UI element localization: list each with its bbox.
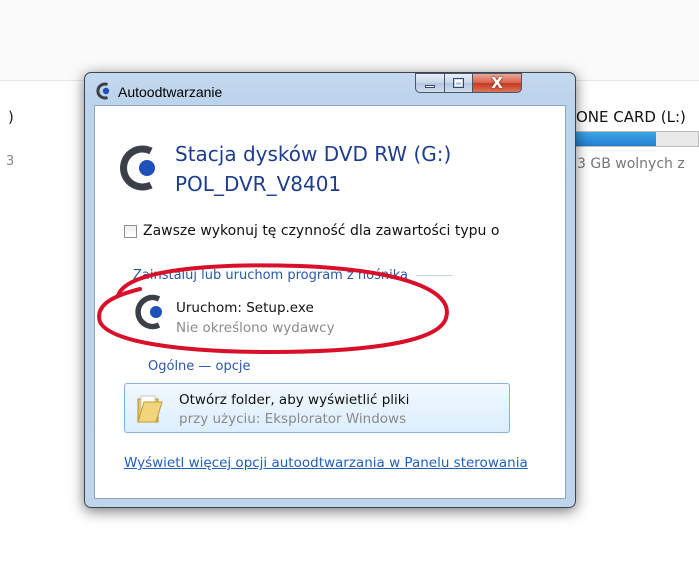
autoplay-title-icon [95, 82, 113, 104]
maximize-icon [453, 78, 464, 88]
title-bar[interactable]: Autoodtwarzanie X [85, 73, 575, 103]
install-section-title: Zainstaluj lub uruchom program z nośnika [133, 268, 409, 283]
explorer-left-drive-fragment: ) [8, 108, 14, 126]
drive-name: Stacja dysków DVD RW (G:) [175, 142, 452, 166]
explorer-toolbar-area [0, 0, 699, 81]
explorer-left-size-fragment: 3 [6, 154, 15, 169]
general-section-title: Ogólne — opcje [148, 359, 251, 374]
close-button[interactable]: X [472, 73, 522, 93]
close-icon: X [491, 74, 503, 92]
window-title: Autoodtwarzanie [118, 84, 223, 100]
dialog-content: Stacja dysków DVD RW (G:) POL_DVR_V8401 … [94, 105, 566, 499]
explorer-drive-usage-fill [575, 132, 657, 146]
run-setup-title: Uruchom: Setup.exe [176, 300, 314, 316]
folder-icon [135, 393, 163, 429]
drive-volume-label: POL_DVR_V8401 [175, 172, 342, 196]
autoplay-disc-large-icon [118, 145, 164, 195]
open-folder-subtitle: przy użyciu: Eksplorator Windows [179, 411, 407, 427]
autoplay-dialog: Autoodtwarzanie X Stacja dysków DVD RW (… [84, 72, 576, 508]
minimize-icon [425, 85, 435, 88]
open-folder-title: Otwórz folder, aby wyświetlić pliki [179, 392, 410, 408]
autoplay-disc-icon [133, 294, 169, 334]
always-do-this-option[interactable]: Zawsze wykonuj tę czynność dla zawartośc… [124, 222, 569, 240]
always-do-this-label: Zawsze wykonuj tę czynność dla zawartośc… [143, 223, 500, 239]
more-autoplay-options-link[interactable]: Wyświetl więcej opcji autoodtwarzania w … [124, 452, 544, 474]
explorer-drive-name[interactable]: ONE CARD (L:) [576, 108, 686, 126]
general-section-header: Ogólne — opcje [148, 359, 268, 374]
run-setup-publisher: Nie określono wydawcy [176, 320, 335, 336]
explorer-drive-free-space: 3 GB wolnych z [577, 156, 685, 172]
always-do-this-checkbox[interactable] [124, 224, 137, 238]
minimize-button[interactable] [415, 73, 444, 93]
install-section-header: Zainstaluj lub uruchom program z nośnika [133, 268, 523, 283]
explorer-drive-usage-bar [574, 131, 699, 147]
open-folder-option[interactable]: Otwórz folder, aby wyświetlić pliki przy… [124, 383, 510, 433]
section-divider [416, 275, 453, 276]
maximize-button[interactable] [444, 73, 472, 93]
run-setup-option[interactable]: Uruchom: Setup.exe Nie określono wydawcy [131, 292, 461, 336]
